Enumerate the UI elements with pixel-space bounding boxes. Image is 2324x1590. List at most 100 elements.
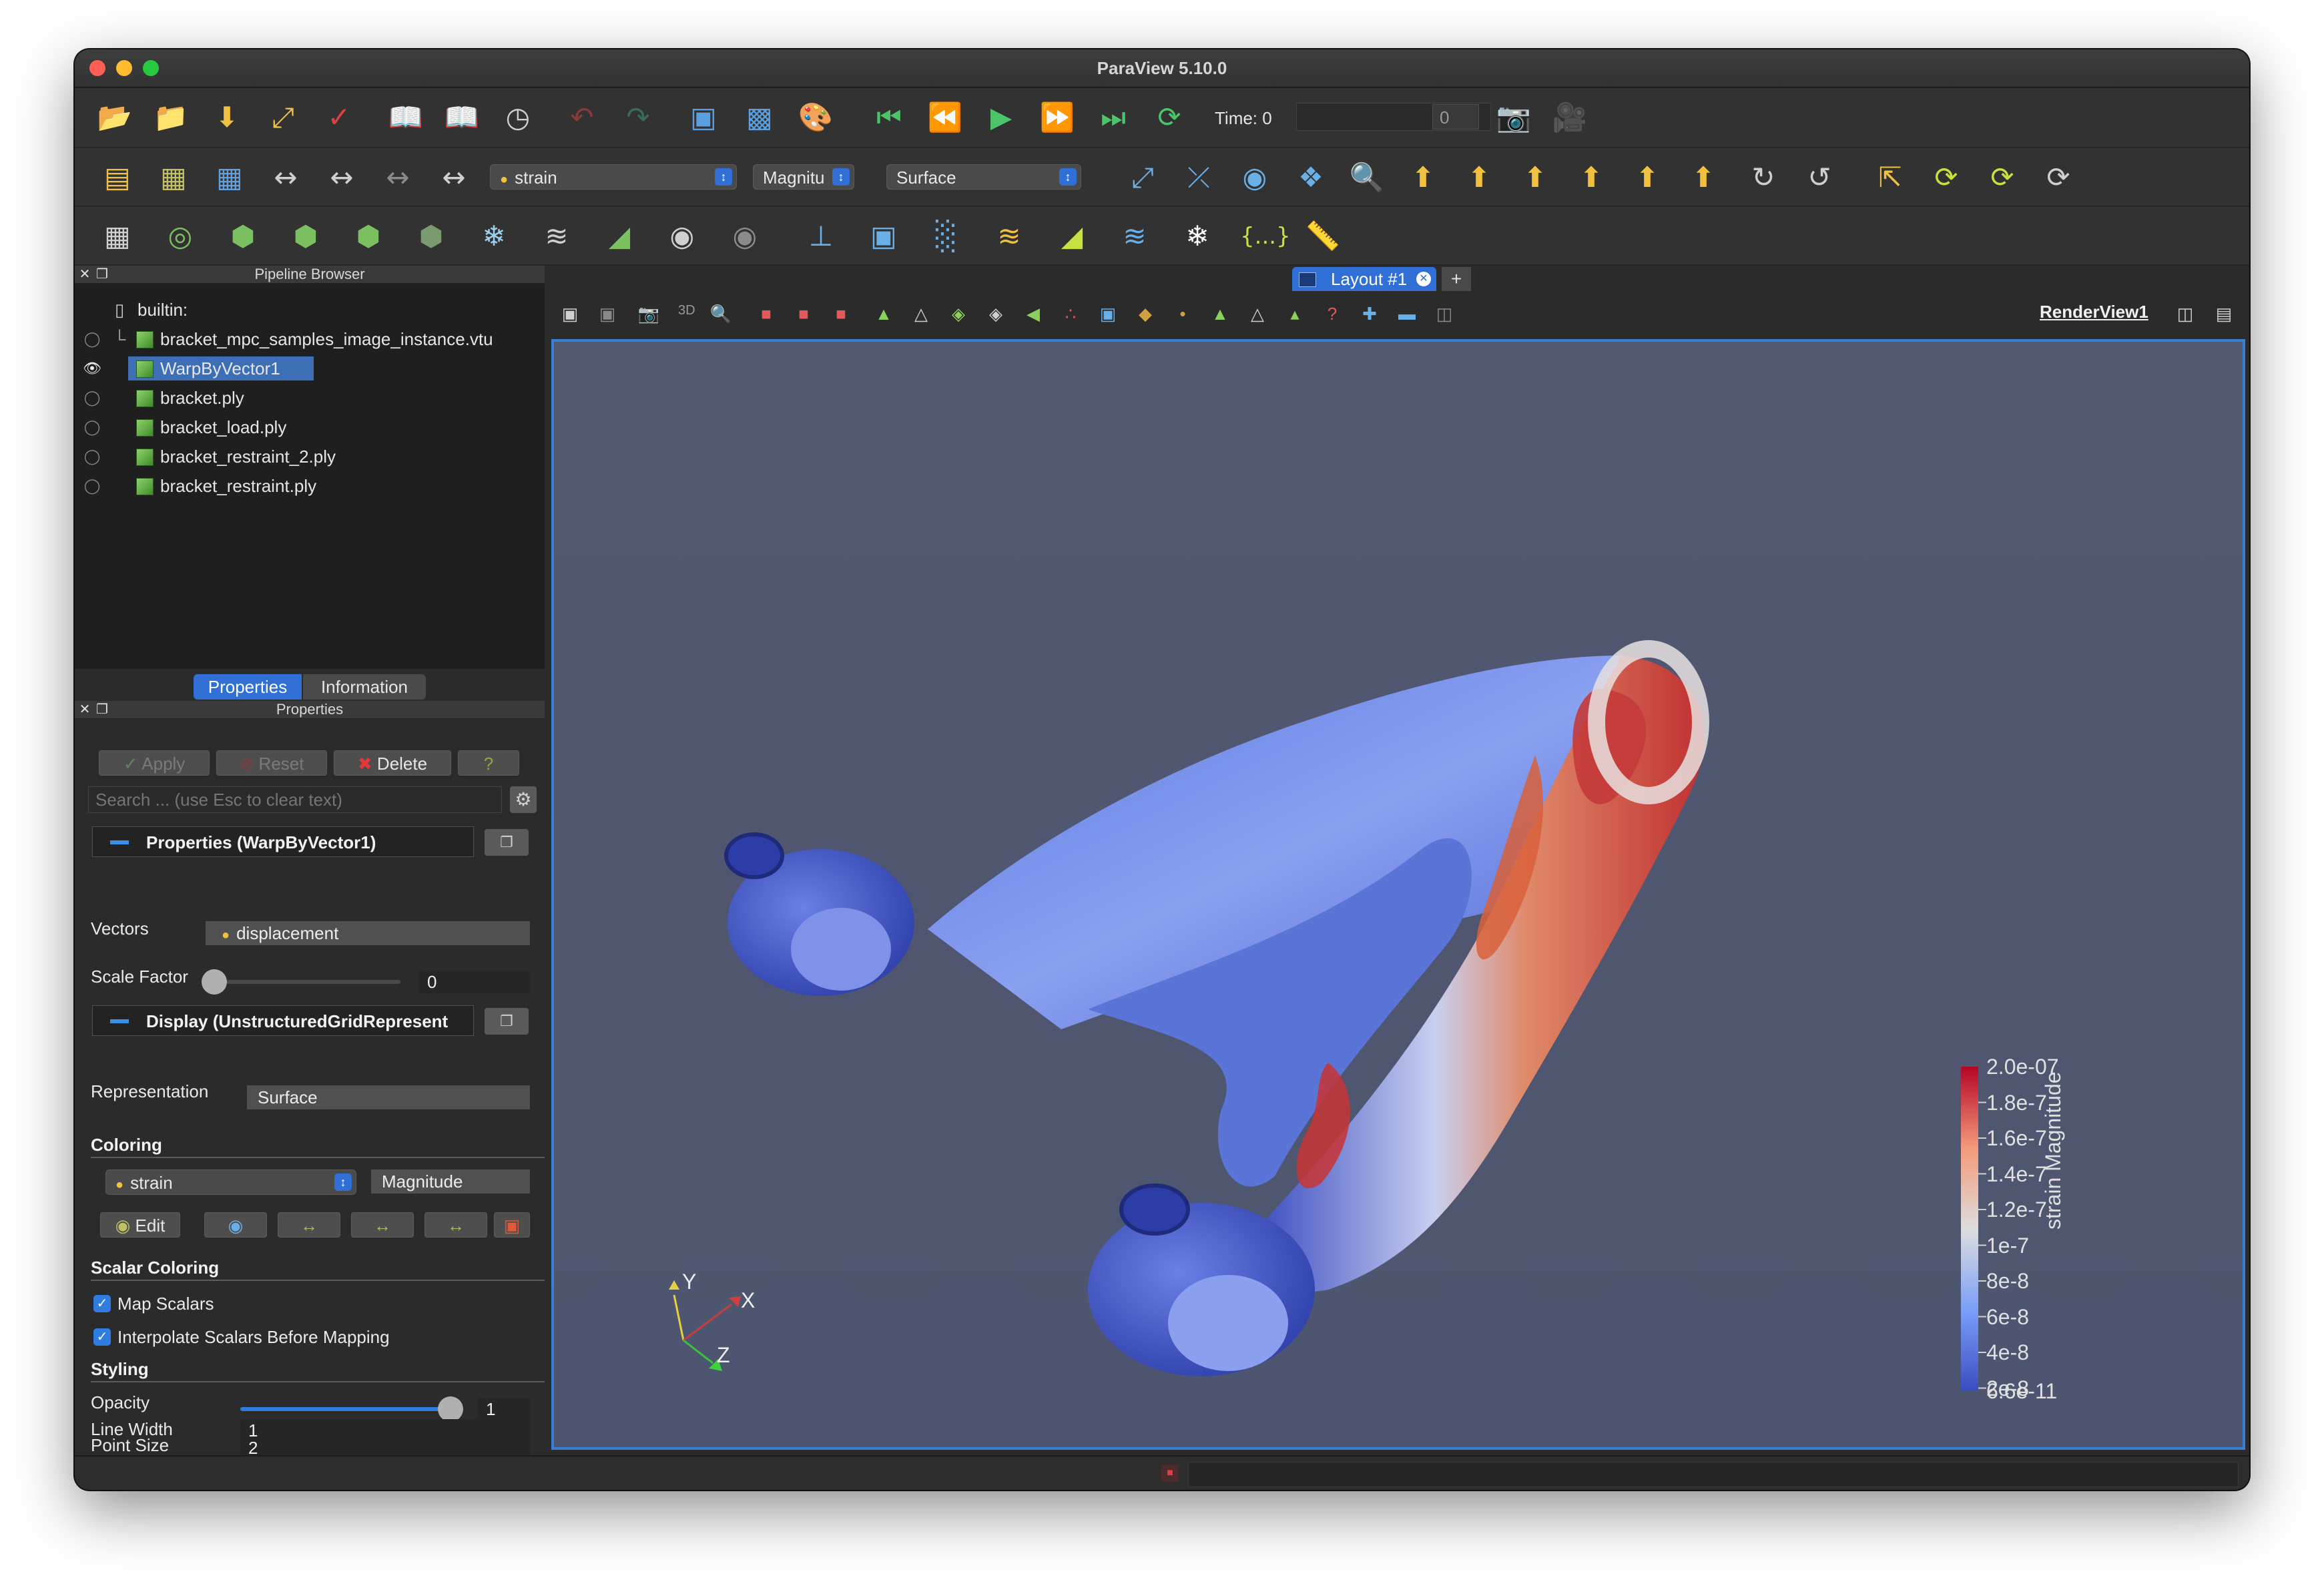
save-data-icon[interactable]: ⬇ [207, 97, 247, 138]
select-frustum-icon[interactable]: ■ [828, 300, 854, 327]
pipeline-item[interactable]: ◯ bracket_load.ply [75, 413, 545, 442]
undo-icon[interactable]: ↶ [562, 97, 602, 138]
display-group-header[interactable]: Display (UnstructuredGridRepresent [92, 1005, 474, 1036]
time-inspector-icon[interactable]: ◷ [498, 97, 538, 138]
scale-factor-track[interactable] [207, 980, 400, 984]
query-selection-icon[interactable]: ? [1319, 300, 1346, 327]
connect-icon[interactable]: ⤢ [263, 97, 303, 138]
rescale-custom-range-button[interactable]: ↔ [351, 1212, 414, 1238]
pick-center-icon[interactable]: ⟳ [1982, 158, 2022, 198]
pipeline-item[interactable]: ◯ bracket_restraint.ply [75, 471, 545, 501]
coloring-component-select[interactable]: Magnitude [371, 1169, 530, 1194]
extend-selection-icon[interactable]: ✚ [1356, 300, 1383, 327]
eye-closed-icon[interactable]: ◯ [83, 413, 101, 442]
render-view-name[interactable]: RenderView1 [2040, 302, 2148, 322]
color-array-select[interactable]: ● strain ↕ [490, 164, 737, 190]
select-cells-icon[interactable]: ■ [753, 300, 780, 327]
opacity-track[interactable] [240, 1407, 461, 1411]
view-minus-y-icon[interactable]: ⬆ [1571, 158, 1611, 198]
zoom-box-icon[interactable]: 🔍 [1347, 158, 1387, 198]
split-vertical-icon[interactable]: ▤ [2211, 300, 2237, 327]
choose-preset-button[interactable]: ◉ [204, 1212, 267, 1238]
select-polygon-icon[interactable]: ◈ [945, 300, 972, 327]
view-plus-y-icon[interactable]: ⬆ [1515, 158, 1555, 198]
render-view[interactable]: Y X Z 2.0e-07 1.8e-7 1.6e-7 1.4e-7 1.2e-7 1e… [551, 339, 2245, 1450]
screenshot-icon[interactable]: 📷 [1494, 97, 1534, 138]
add-layout-button[interactable]: + [1442, 267, 1471, 291]
subtract-selection-icon[interactable]: ▬ [1394, 300, 1420, 327]
extract-subset-icon[interactable]: ⬢ [411, 216, 451, 256]
edit-selection-icon[interactable]: ▴ [1281, 300, 1308, 327]
time-index-spinbox[interactable]: 0 [1432, 104, 1479, 129]
opacity-field[interactable]: 1 [478, 1398, 530, 1420]
calculator-icon[interactable]: ▦ [97, 216, 137, 256]
select-blocks-icon[interactable]: ◀ [1020, 300, 1047, 327]
rescale-to-data-icon[interactable]: ↔ [434, 158, 474, 198]
rescale-data-range-button[interactable]: ↔ [278, 1212, 340, 1238]
reset-button[interactable]: ⊘ Reset [216, 750, 327, 776]
camera-redo-icon[interactable]: ▩ [740, 97, 780, 138]
show-center-icon[interactable]: ⟳ [2038, 158, 2078, 198]
warp-by-vector-icon[interactable]: ◢ [599, 216, 639, 256]
pipeline-item[interactable]: ◯ bracket_restraint_2.ply [75, 442, 545, 471]
view-minus-z-icon[interactable]: ⬆ [1683, 158, 1723, 198]
show-color-legend-button[interactable]: ▣ [494, 1212, 530, 1238]
threshold-icon[interactable]: ⬢ [348, 216, 388, 256]
split-horizontal-icon[interactable]: ◫ [2172, 300, 2199, 327]
group-datasets-icon[interactable]: ◉ [662, 216, 702, 256]
reset-camera-icon[interactable]: ⤢ [1123, 158, 1163, 198]
select-points-icon[interactable]: ■ [790, 300, 817, 327]
extract-level-icon[interactable]: ◉ [725, 216, 765, 256]
hover-point-icon[interactable]: • [1169, 300, 1196, 327]
hover-cells-icon[interactable]: ◆ [1132, 300, 1159, 327]
load-state-icon[interactable]: 📖 [386, 97, 426, 138]
tab-layout-1[interactable]: Layout #1 ✕ [1292, 267, 1436, 291]
first-frame-icon[interactable]: ⏮ [869, 97, 909, 138]
eye-open-icon[interactable]: 👁 [83, 354, 101, 383]
edit-colormap-button[interactable]: ◉ Edit [100, 1212, 180, 1238]
close-panel-icon[interactable]: ✕ [77, 701, 92, 718]
color-map-editor-icon[interactable]: ▤ [97, 158, 137, 198]
find-data-icon[interactable]: ◢ [1052, 216, 1092, 256]
pipeline-item[interactable]: ◯ bracket.ply [75, 383, 545, 413]
redo-icon[interactable]: ↷ [618, 97, 658, 138]
select-points-through-icon[interactable]: △ [908, 300, 934, 327]
properties-search-input[interactable] [88, 786, 502, 813]
component-select[interactable]: Magnitu ↕ [753, 164, 854, 190]
apply-button[interactable]: ✓ Apply [99, 750, 210, 776]
tab-properties[interactable]: Properties [194, 674, 302, 700]
contour-icon[interactable]: ◎ [160, 216, 200, 256]
delete-button[interactable]: ✖ Delete [334, 750, 451, 776]
pipeline-item[interactable]: 👁 WarpByVector1 [75, 354, 545, 383]
reset-center-icon[interactable]: ⟳ [1926, 158, 1966, 198]
map-scalars-checkbox[interactable]: ✓ [93, 1295, 111, 1312]
eye-closed-icon[interactable]: ◯ [83, 383, 101, 413]
zoom-view-icon[interactable]: 🔍 [707, 300, 734, 327]
plot-data-icon[interactable]: ≋ [989, 216, 1029, 256]
center-axes-icon[interactable]: ⇱ [1870, 158, 1910, 198]
interactive-select-icon[interactable]: ∴ [1057, 300, 1084, 327]
probe-icon[interactable]: ⊥ [801, 216, 841, 256]
close-tab-icon[interactable]: ✕ [1416, 272, 1431, 286]
open-folder-icon[interactable]: 📂 [95, 97, 135, 138]
rotate-plus-90-icon[interactable]: ↻ [1743, 158, 1783, 198]
coloring-array-select[interactable]: ● strain ↕ [105, 1169, 356, 1195]
stream-tracer-icon[interactable]: ≋ [537, 216, 577, 256]
copy-properties-icon[interactable]: ❐ [485, 829, 529, 856]
loop-icon[interactable]: ⟳ [1149, 97, 1189, 138]
hover-points-icon[interactable]: ▣ [1095, 300, 1121, 327]
zoom-closest-icon[interactable]: ◉ [1235, 158, 1275, 198]
opacity-slider-handle[interactable] [438, 1396, 463, 1422]
advanced-settings-gear-icon[interactable]: ⚙ [510, 786, 537, 813]
view-minus-x-icon[interactable]: ⬆ [1459, 158, 1499, 198]
representation-field[interactable]: Surface [247, 1085, 530, 1109]
view-plus-x-icon[interactable]: ⬆ [1403, 158, 1443, 198]
line-width-field[interactable]: 1 [240, 1419, 530, 1442]
camera-undo-icon[interactable]: ▣ [683, 97, 723, 138]
rescale-range-icon[interactable]: ▦ [154, 158, 194, 198]
annotate-icon[interactable]: ❄ [1177, 216, 1217, 256]
pipeline-root[interactable]: ▯ builtin: [75, 295, 545, 324]
close-panel-icon[interactable]: ✕ [77, 266, 92, 283]
toggle-3d-button[interactable]: 3D [678, 303, 695, 318]
histogram-icon[interactable]: ░ [926, 216, 966, 256]
